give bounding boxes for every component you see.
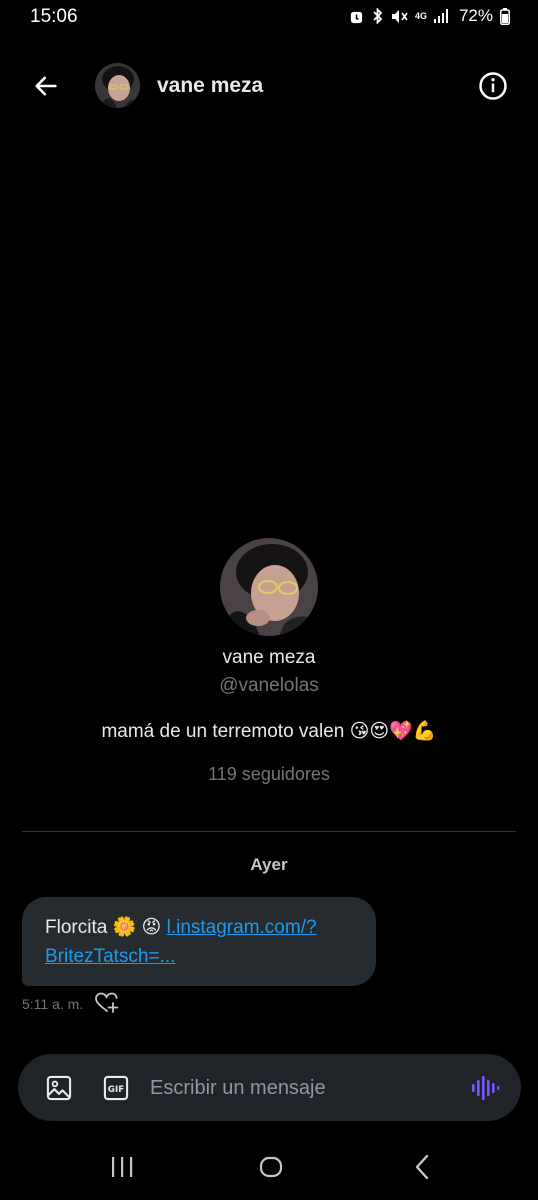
status-icons: 4G 72%: [349, 6, 510, 26]
battery-icon: [500, 7, 510, 25]
status-time: 15:06: [30, 6, 78, 27]
profile-followers: 119 seguidores: [208, 764, 330, 784]
profile-name: vane meza: [222, 647, 316, 668]
svg-text:GIF: GIF: [108, 1085, 124, 1095]
image-icon: [46, 1075, 72, 1101]
divider: [22, 831, 516, 832]
mute-icon: [391, 9, 408, 24]
profile-avatar[interactable]: [220, 538, 318, 636]
add-image-button[interactable]: [45, 1074, 73, 1102]
profile-handle: @vanelolas: [219, 675, 319, 696]
voice-message-button[interactable]: [470, 1073, 500, 1103]
status-bar: 15:06 4G 72%: [0, 0, 538, 36]
heart-plus-icon: [95, 992, 119, 1013]
message-link[interactable]: l.instagram.com/?: [167, 917, 317, 938]
info-icon: [479, 72, 507, 100]
message-time: 5:11 a. m.: [22, 996, 84, 1012]
nav-back-button[interactable]: [408, 1153, 436, 1181]
signal-icon: [433, 9, 450, 23]
back-button[interactable]: [28, 68, 64, 104]
header-name[interactable]: vane meza: [157, 74, 263, 98]
add-gif-button[interactable]: GIF: [102, 1074, 130, 1102]
message-input[interactable]: [148, 1070, 458, 1106]
date-separator: Ayer: [250, 855, 288, 874]
message-bubble[interactable]: Florcita 🌼 😡 l.instagram.com/? BritezTat…: [22, 897, 376, 986]
gif-icon: GIF: [103, 1075, 129, 1101]
message-link-continued[interactable]: BritezTatsch=...: [45, 946, 175, 967]
profile-bio: mamá de un terremoto valen 😘😍💖💪: [101, 721, 437, 742]
nav-home-button[interactable]: [257, 1153, 285, 1181]
alarm-icon: [349, 9, 364, 24]
nav-recent-apps-button[interactable]: [108, 1153, 136, 1181]
message-composer: GIF: [18, 1054, 521, 1121]
info-button[interactable]: [475, 68, 511, 104]
recent-apps-icon: [112, 1157, 133, 1177]
home-icon: [259, 1156, 283, 1178]
header-avatar[interactable]: [95, 63, 140, 108]
mobile-data-icon: 4G: [414, 10, 427, 21]
battery-percent: 72%: [458, 6, 493, 25]
add-reaction-button[interactable]: [94, 991, 120, 1015]
message-text: Florcita 🌼 😡: [45, 917, 167, 938]
voice-message-icon: [472, 1076, 500, 1100]
conversation-header: vane meza: [0, 56, 538, 116]
back-arrow-icon: [35, 76, 57, 96]
bluetooth-icon: [371, 8, 384, 24]
nav-back-icon: [415, 1154, 429, 1180]
